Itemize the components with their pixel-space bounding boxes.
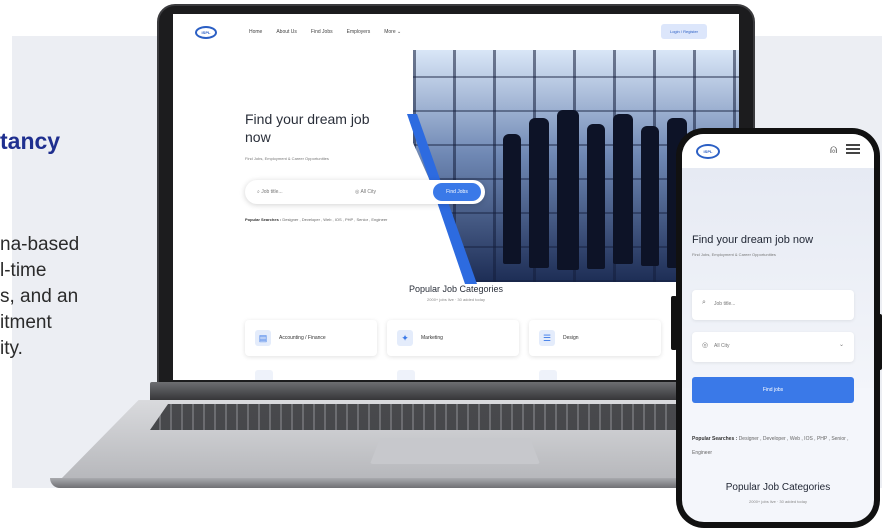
category-card-partial — [539, 370, 557, 380]
side-heading: tancy — [0, 128, 61, 154]
hero-subtitle: Find Jobs, Employment & Career Opportuni… — [245, 156, 329, 161]
phone-job-title-input[interactable]: ⌕ Job title... — [692, 290, 854, 320]
location-value: All City — [360, 189, 377, 195]
person-silhouette — [503, 134, 521, 264]
phone-header: ISPL ⍝ — [682, 134, 874, 168]
login-register-button[interactable]: Login / Register — [661, 24, 707, 39]
popular-label: Popular Searches : — [245, 217, 282, 222]
nav-links: Home About Us Find Jobs Employers More ⌄ — [249, 29, 401, 35]
design-icon: ☰ — [539, 330, 555, 346]
popular-label: Popular Searches : — [692, 436, 738, 442]
site-logo[interactable]: ISPL — [195, 26, 217, 39]
category-card-partial — [397, 370, 415, 380]
side-line: l-time — [0, 260, 47, 281]
search-bar: ⌕ Job title... ◎ All City Find Jobs — [245, 180, 485, 204]
side-description: na-based l-time s, and an itment ity. — [0, 232, 140, 362]
category-card-partial — [255, 370, 273, 380]
person-silhouette — [557, 110, 579, 270]
megaphone-icon: ✦ — [397, 330, 413, 346]
chevron-down-icon: ⌄ — [838, 342, 844, 348]
phone-hero-subtitle: Find Jobs, Employment & Career Opportuni… — [692, 252, 776, 257]
phone-find-jobs-button[interactable]: Find jobs — [692, 377, 854, 403]
phone-hero-title: Find your dream job now — [692, 234, 814, 246]
nav-about[interactable]: About Us — [276, 29, 297, 35]
phone-categories-subtitle: 2000+ jobs live · 30 added today — [749, 499, 807, 504]
nav-more[interactable]: More ⌄ — [384, 29, 401, 35]
category-label: Accounting / Finance — [279, 335, 326, 341]
laptop-screen: ISPL Home About Us Find Jobs Employers M… — [173, 14, 739, 380]
location-pin-icon: ◎ — [702, 342, 709, 349]
category-label: Design — [563, 335, 579, 341]
categories-subtitle: 2000+ jobs live · 30 added today — [427, 297, 485, 302]
categories-title: Popular Job Categories — [408, 284, 504, 294]
side-line: itment — [0, 312, 52, 333]
nav-employers[interactable]: Employers — [347, 29, 371, 35]
finance-icon: ▤ — [255, 330, 271, 346]
person-silhouette — [529, 118, 549, 268]
phone-screen: ISPL ⍝ Find your dream job now Find Jobs… — [682, 134, 874, 522]
nav-home[interactable]: Home — [249, 29, 262, 35]
popular-searches: Popular Searches : Designer , Developer … — [245, 217, 387, 222]
side-line: ity. — [0, 338, 23, 359]
category-card-design[interactable]: ☰ Design — [529, 320, 661, 356]
phone-popular-searches: Popular Searches : Designer , Developer … — [692, 432, 860, 460]
find-jobs-button[interactable]: Find Jobs — [433, 183, 481, 201]
person-silhouette — [641, 126, 659, 266]
hamburger-menu-icon[interactable] — [846, 144, 860, 154]
site-logo[interactable]: ISPL — [696, 144, 720, 159]
category-card-marketing[interactable]: ✦ Marketing — [387, 320, 519, 356]
promo-stage: tancy na-based l-time s, and an itment i… — [0, 0, 882, 531]
location-select[interactable]: ◎ All City — [355, 189, 376, 195]
search-icon: ⌕ — [702, 299, 706, 306]
site-navbar: ISPL Home About Us Find Jobs Employers M… — [173, 14, 739, 50]
popular-terms[interactable]: Designer , Developer , Web , IOS , PHP ,… — [282, 217, 387, 222]
nav-find-jobs[interactable]: Find Jobs — [311, 29, 333, 35]
laptop-trackpad — [370, 438, 540, 464]
phone-categories-title: Popular Job Categories — [725, 482, 831, 493]
hero-title-line: now — [245, 129, 271, 145]
job-title-input[interactable]: ⌕ Job title... — [257, 189, 283, 195]
laptop-keyboard — [150, 404, 750, 430]
category-label: Marketing — [421, 335, 443, 341]
hero-title-line: Find your dream job — [245, 111, 370, 127]
job-title-placeholder: Job title... — [714, 301, 736, 307]
user-icon[interactable]: ⍝ — [830, 142, 837, 157]
side-line: na-based — [0, 234, 80, 255]
location-value: All City — [714, 343, 730, 349]
person-silhouette — [613, 114, 633, 264]
hero-title: Find your dream job now — [245, 110, 425, 146]
phone-location-select[interactable]: ◎ All City ⌄ — [692, 332, 854, 362]
category-card-accounting[interactable]: ▤ Accounting / Finance — [245, 320, 377, 356]
side-line: s, and an — [0, 286, 79, 307]
person-silhouette — [587, 124, 605, 269]
job-title-placeholder: Job title... — [261, 189, 283, 195]
